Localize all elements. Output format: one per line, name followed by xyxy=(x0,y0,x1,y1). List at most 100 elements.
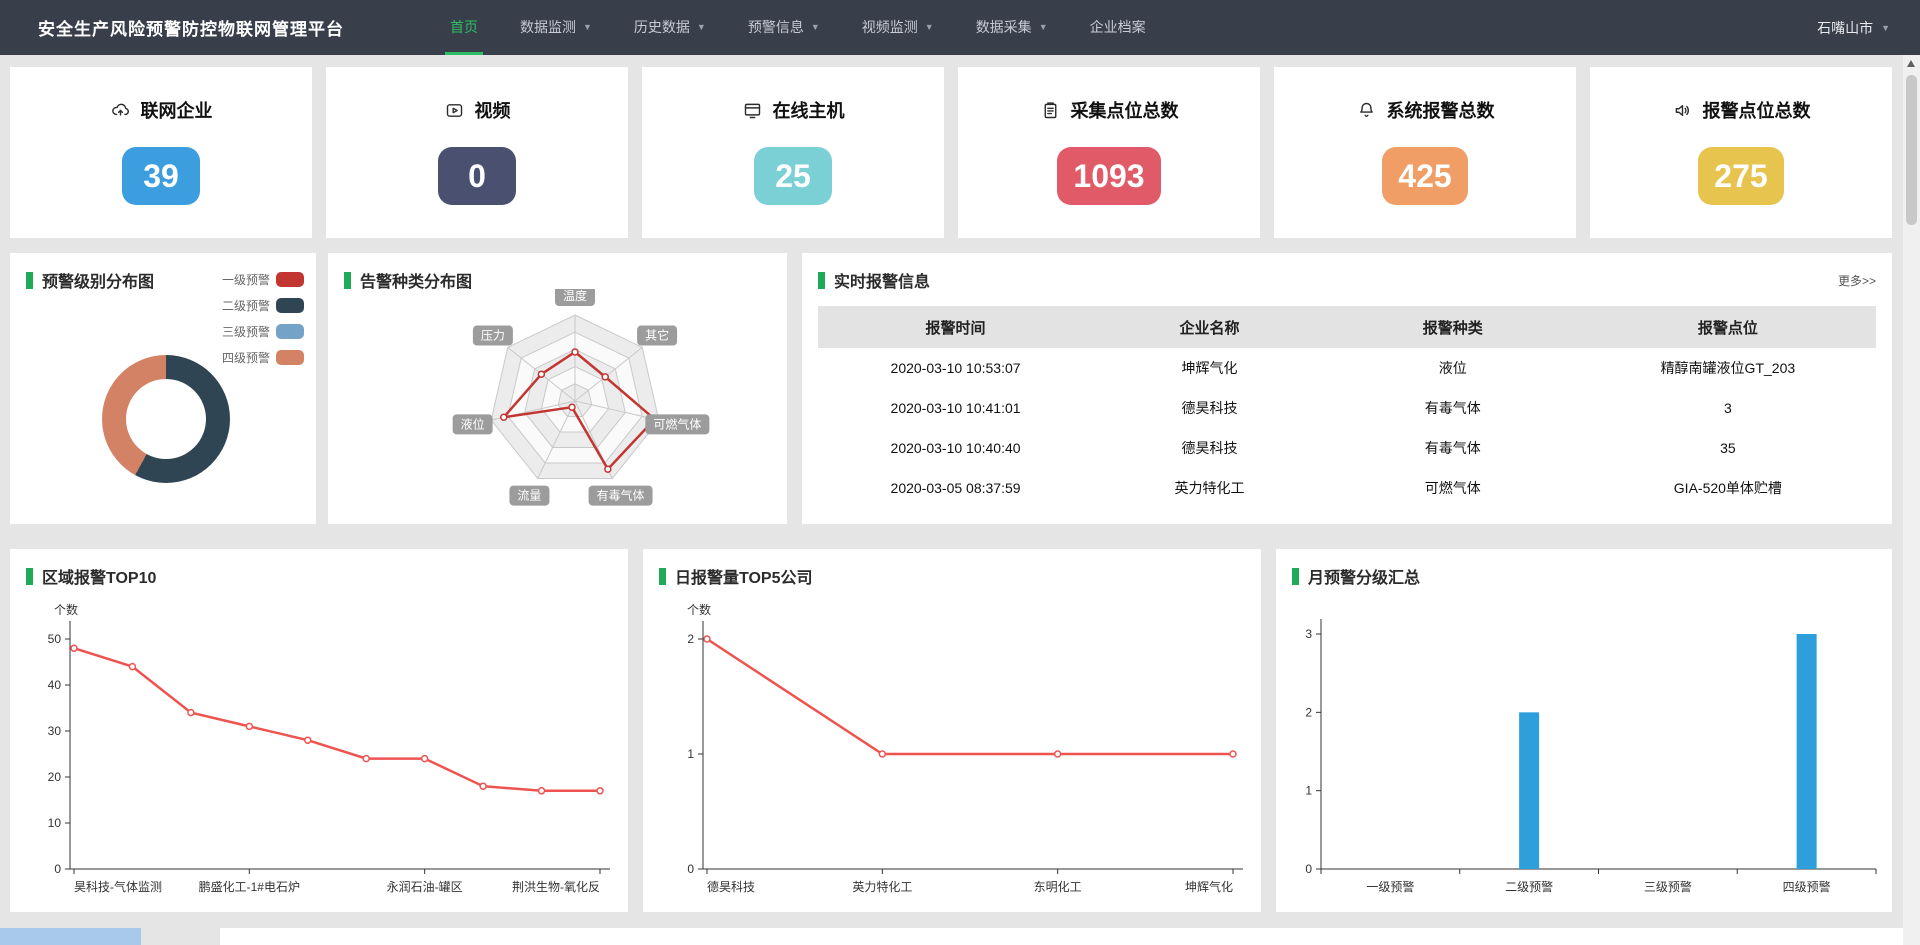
panel-daily-alarm-top5: 日报警量TOP5公司 012个数德昊科技英力特化工东明化工坤辉气化 xyxy=(643,549,1261,912)
svg-text:一级预警: 一级预警 xyxy=(1366,879,1414,894)
stat-value-badge: 425 xyxy=(1382,147,1467,205)
nav-item-4[interactable]: 视频监测 ▼ xyxy=(841,0,955,55)
panel-accent-bar xyxy=(26,568,33,585)
column-header: 报警种类 xyxy=(1326,306,1580,348)
svg-text:鹏盛化工-1#电石炉: 鹏盛化工-1#电石炉 xyxy=(199,879,300,894)
footer-partial-blue-block xyxy=(0,928,141,945)
stat-value-badge: 39 xyxy=(122,147,200,205)
svg-text:坤辉气化: 坤辉气化 xyxy=(1185,879,1233,894)
column-header: 企业名称 xyxy=(1093,306,1326,348)
panel-accent-bar xyxy=(344,272,351,289)
stat-card-1: 视频 0 xyxy=(326,67,628,238)
nav-item-6[interactable]: 企业档案 xyxy=(1069,0,1167,55)
svg-text:3: 3 xyxy=(1305,627,1312,641)
svg-text:二级预警: 二级预警 xyxy=(1505,879,1553,894)
video-icon xyxy=(444,100,465,121)
panel-accent-bar xyxy=(659,568,666,585)
svg-text:昊科技-气体监测: 昊科技-气体监测 xyxy=(74,879,162,894)
panel-monthly-warning-summary: 月预警分级汇总 0123一级预警二级预警三级预警四级预警 xyxy=(1276,549,1892,912)
daily-alarm-top5-chart: 012个数德昊科技英力特化工东明化工坤辉气化 xyxy=(643,594,1261,909)
svg-text:压力: 压力 xyxy=(481,329,505,343)
radar-axis-label: 流量 xyxy=(509,486,549,506)
alarm-type-radar-chart: 温度其它可燃气体有毒气体 流量 液位 压力 xyxy=(328,289,787,521)
more-link[interactable]: 更多>> xyxy=(1838,272,1876,289)
chevron-down-icon: ▼ xyxy=(1881,23,1890,33)
chevron-down-icon: ▼ xyxy=(925,0,934,55)
chevron-down-icon: ▼ xyxy=(1039,0,1048,55)
radar-axis-label: 液位 xyxy=(453,414,493,434)
nav-item-2[interactable]: 历史数据 ▼ xyxy=(613,0,727,55)
stat-card-3: 采集点位总数 1093 xyxy=(958,67,1260,238)
stat-value-badge: 1093 xyxy=(1057,147,1160,205)
svg-text:英力特化工: 英力特化工 xyxy=(852,879,912,894)
svg-text:流量: 流量 xyxy=(517,489,541,503)
svg-text:1: 1 xyxy=(687,747,694,761)
scrollbar-thumb[interactable] xyxy=(1906,75,1917,225)
radar-axis-label: 其它 xyxy=(637,326,677,346)
nav-item-5[interactable]: 数据采集 ▼ xyxy=(955,0,1069,55)
panel-title: 区域报警TOP10 xyxy=(42,564,156,588)
realtime-alarm-table: 报警时间企业名称报警种类报警点位 2020-03-10 10:53:07坤辉气化… xyxy=(818,306,1876,508)
dashboard-page: 安全生产风险预警防控物联网管理平台 首页 数据监测 ▼ 历史数据 ▼ 预警信息 … xyxy=(0,0,1920,945)
svg-text:三级预警: 三级预警 xyxy=(1644,879,1692,894)
svg-text:50: 50 xyxy=(48,632,62,646)
nav-item-1[interactable]: 数据监测 ▼ xyxy=(499,0,613,55)
legend-item-3[interactable]: 四级预警 xyxy=(222,349,304,366)
panel-alarm-type-distribution: 告警种类分布图 温度其它可燃气体有毒气体流量液位压力 xyxy=(328,253,787,524)
donut-hole xyxy=(126,379,206,459)
radar-axis-label: 温度 xyxy=(555,289,595,306)
app-title: 安全生产风险预警防控物联网管理平台 xyxy=(38,15,344,40)
table-row: 2020-03-10 10:41:01德昊科技有毒气体3 xyxy=(818,388,1876,428)
stat-card-4: 系统报警总数 425 xyxy=(1274,67,1576,238)
bell-icon xyxy=(1356,100,1377,121)
svg-text:个数: 个数 xyxy=(687,602,711,617)
panel-warning-level-distribution: 预警级别分布图 一级预警 二级预警 三级预警 四级预警 xyxy=(10,253,316,524)
nav-menu: 首页 数据监测 ▼ 历史数据 ▼ 预警信息 ▼ 视频监测 ▼ 数据采集 ▼ 企业… xyxy=(429,0,1167,55)
radar-axis-label: 压力 xyxy=(473,326,513,346)
svg-text:液位: 液位 xyxy=(461,416,485,431)
monitor-icon xyxy=(742,100,763,121)
stat-card-2: 在线主机 25 xyxy=(642,67,944,238)
nav-item-0[interactable]: 首页 xyxy=(429,0,499,55)
svg-text:个数: 个数 xyxy=(54,602,78,617)
legend-swatch xyxy=(276,324,304,339)
page-scrollbar[interactable] xyxy=(1903,55,1920,945)
column-header: 报警点位 xyxy=(1580,306,1876,348)
svg-text:10: 10 xyxy=(48,816,62,830)
top-nav: 安全生产风险预警防控物联网管理平台 首页 数据监测 ▼ 历史数据 ▼ 预警信息 … xyxy=(0,0,1920,55)
column-header: 报警时间 xyxy=(818,306,1093,348)
panel-accent-bar xyxy=(1292,568,1299,585)
legend-item-1[interactable]: 二级预警 xyxy=(222,297,304,314)
stat-value-badge: 0 xyxy=(438,147,516,205)
svg-text:1: 1 xyxy=(1305,784,1312,798)
region-selector[interactable]: 石嘴山市 ▼ xyxy=(1817,18,1890,38)
svg-text:东明化工: 东明化工 xyxy=(1034,880,1082,894)
svg-text:30: 30 xyxy=(48,724,62,738)
svg-text:20: 20 xyxy=(48,770,62,784)
region-alarm-top10-chart: 01020304050个数昊科技-气体监测鹏盛化工-1#电石炉永润石油-罐区荆洪… xyxy=(10,594,628,909)
stat-card-5: 报警点位总数 275 xyxy=(1590,67,1892,238)
radar-axis-label: 有毒气体 xyxy=(589,486,653,506)
svg-text:有毒气体: 有毒气体 xyxy=(597,488,645,503)
panel-title: 日报警量TOP5公司 xyxy=(675,564,813,588)
legend-item-0[interactable]: 一级预警 xyxy=(222,271,304,288)
speaker-icon xyxy=(1672,100,1693,121)
stat-value-badge: 275 xyxy=(1698,147,1783,205)
stat-card-0: 联网企业 39 xyxy=(10,67,312,238)
warning-level-donut-chart xyxy=(102,355,230,483)
svg-text:四级预警: 四级预警 xyxy=(1783,879,1831,894)
svg-text:荆洪生物-氧化反: 荆洪生物-氧化反 xyxy=(512,880,600,894)
legend-item-2[interactable]: 三级预警 xyxy=(222,323,304,340)
svg-text:其它: 其它 xyxy=(645,328,669,343)
stat-cards-row: 联网企业 39 视频 0 在线主机 25 采集点位总数 1093 系统报警总数 … xyxy=(10,67,1892,238)
svg-text:可燃气体: 可燃气体 xyxy=(653,416,701,431)
svg-text:0: 0 xyxy=(1305,862,1312,876)
bar-四级预警 xyxy=(1797,634,1817,869)
panel-region-alarm-top10: 区域报警TOP10 01020304050个数昊科技-气体监测鹏盛化工-1#电石… xyxy=(10,549,628,912)
svg-text:0: 0 xyxy=(687,862,694,876)
svg-text:40: 40 xyxy=(48,678,62,692)
nav-item-3[interactable]: 预警信息 ▼ xyxy=(727,0,841,55)
svg-text:德昊科技: 德昊科技 xyxy=(707,879,755,894)
panel-realtime-alarms: 实时报警信息 更多>> 报警时间企业名称报警种类报警点位 2020-03-10 … xyxy=(802,253,1892,524)
scroll-up-icon[interactable] xyxy=(1907,60,1915,67)
